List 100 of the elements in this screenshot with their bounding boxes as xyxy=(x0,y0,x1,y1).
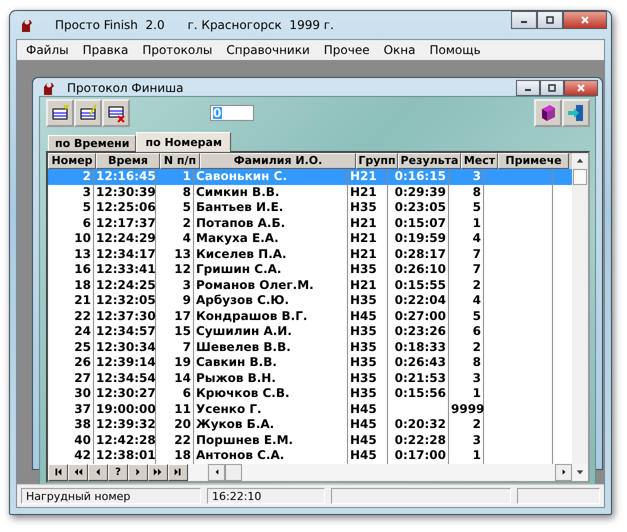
table-row[interactable]: 25 12:30:34 7 Шевелев В.В. H35 0:18:33 2 xyxy=(48,340,572,355)
menu-item[interactable]: Окна xyxy=(376,43,423,57)
table-cell: 8 xyxy=(156,184,194,200)
table-cell: Гришин С.А. xyxy=(194,262,348,278)
column-header[interactable]: Мест xyxy=(461,153,498,169)
table-cell: 12:33:41 xyxy=(94,262,156,278)
menu-item[interactable]: Прочее xyxy=(316,43,377,57)
table-cell: 11 xyxy=(156,402,194,417)
help-button[interactable]: ? xyxy=(108,464,128,480)
menu-item[interactable]: Протоколы xyxy=(135,43,220,57)
table-cell: 5 xyxy=(449,200,484,216)
table-row[interactable]: 26 12:39:14 19 Савкин В.В. H35 0:26:43 8 xyxy=(48,355,572,370)
menu-item[interactable]: Правка xyxy=(76,43,136,57)
navigation-button[interactable] xyxy=(168,464,188,480)
table-cell: H21 xyxy=(348,169,388,184)
navigation-button[interactable] xyxy=(68,464,88,480)
table-row[interactable]: 3 12:30:39 8 Симкин В.В. H21 0:29:39 8 xyxy=(48,184,572,200)
menu-item[interactable]: Файлы xyxy=(19,43,76,57)
column-header[interactable]: Фамилия И.О. xyxy=(200,153,356,169)
right-arrow-icon xyxy=(153,467,163,477)
table-cell: 12:32:05 xyxy=(94,293,156,308)
table-row[interactable]: 22 12:37:30 17 Кондрашов В.Г. H45 0:27:00 5 xyxy=(48,308,572,324)
table-cell: 0:22:28 xyxy=(388,432,449,448)
column-header[interactable]: Время xyxy=(96,153,160,169)
table-row[interactable]: 18 12:24:25 3 Романов Олег.М. H21 0:15:55 2 xyxy=(48,278,572,293)
table-cell: 3 xyxy=(156,278,194,293)
table-cell: H21 xyxy=(348,184,388,200)
navigation-button[interactable] xyxy=(148,464,168,480)
table-row[interactable]: 37 19:00:00 11 Усенко Г. H45 9999 xyxy=(48,402,572,417)
tab[interactable]: по Номерам xyxy=(136,132,231,152)
table-row[interactable]: 24 12:34:57 15 Сушилин А.И. H35 0:23:26 6 xyxy=(48,324,572,340)
table-row[interactable]: 13 12:34:17 13 Киселев П.А. H21 0:28:17 7 xyxy=(48,246,572,262)
maximize-button[interactable] xyxy=(537,11,563,29)
table-cell: 3 xyxy=(449,432,484,448)
menu-item[interactable]: Справочники xyxy=(219,43,317,57)
column-header[interactable]: Групп xyxy=(356,153,398,169)
table-cell: 2 xyxy=(449,278,484,293)
help-book-button[interactable] xyxy=(534,99,562,127)
maximize-button[interactable] xyxy=(540,80,564,96)
table-cell: H35 xyxy=(348,340,388,355)
table-row[interactable]: 38 12:39:32 20 Жуков Б.А. H45 0:20:32 2 xyxy=(48,417,572,432)
minimize-button[interactable] xyxy=(511,11,537,29)
column-header[interactable]: Примече xyxy=(498,153,569,169)
scroll-thumb[interactable] xyxy=(225,464,242,480)
table-cell: H21 xyxy=(348,246,388,262)
table-cell: 20 xyxy=(156,417,194,432)
edit-record-button[interactable] xyxy=(74,99,102,127)
table-row[interactable]: 5 12:25:06 5 Бантьев И.Е. H35 0:23:05 5 xyxy=(48,200,572,216)
table-cell: 0:20:32 xyxy=(388,417,449,432)
table-row[interactable]: 21 12:32:05 9 Арбузов С.Ю. H35 0:22:04 4 xyxy=(48,293,572,308)
new-record-button[interactable] xyxy=(46,99,74,127)
column-header[interactable]: Номер xyxy=(48,153,96,169)
column-header[interactable]: Результа xyxy=(398,153,461,169)
table-cell: 19:00:00 xyxy=(94,402,156,417)
navigation-button[interactable] xyxy=(128,464,148,480)
right-arrow-icon[interactable] xyxy=(560,468,568,476)
table-cell: 0:26:10 xyxy=(388,262,449,278)
table-row[interactable]: 27 12:34:54 14 Рыжов В.Н. H35 0:21:53 3 xyxy=(48,370,572,386)
table-cell: 21 xyxy=(48,293,94,308)
close-button[interactable] xyxy=(563,11,607,29)
table-cell: 7 xyxy=(449,262,484,278)
close-icon xyxy=(580,15,590,25)
column-header[interactable]: N п/п xyxy=(160,153,200,169)
navigation-button[interactable] xyxy=(88,464,108,480)
table-cell: 10 xyxy=(48,231,94,246)
table-cell: H35 xyxy=(348,200,388,216)
table-cell: 0:15:55 xyxy=(388,278,449,293)
delete-record-button[interactable] xyxy=(102,99,130,127)
table-cell: Киселев П.А. xyxy=(194,246,348,262)
table-cell: 9999 xyxy=(449,402,484,417)
vertical-scrollbar[interactable] xyxy=(572,153,588,464)
table-cell: 2 xyxy=(48,169,94,184)
table-row[interactable]: 16 12:33:41 12 Гришин С.А. H35 0:26:10 7 xyxy=(48,262,572,278)
table-cell: 0:19:59 xyxy=(388,231,449,246)
table-row[interactable]: 40 12:42:28 22 Поршнев Е.М. H45 0:22:28 3 xyxy=(48,432,572,448)
table-cell: H35 xyxy=(348,386,388,402)
tab[interactable]: по Времени xyxy=(48,135,136,151)
horizontal-scrollbar[interactable] xyxy=(208,464,572,480)
table-cell: 1 xyxy=(449,216,484,231)
table-row[interactable]: 10 12:24:29 4 Макуха Е.А. H21 0:19:59 4 xyxy=(48,231,572,246)
navigation-button[interactable] xyxy=(48,464,68,480)
scroll-down-icon[interactable] xyxy=(576,468,584,476)
table-cell: 2 xyxy=(156,216,194,231)
table-cell: 12:30:27 xyxy=(94,386,156,402)
table-cell: 0:23:26 xyxy=(388,324,449,340)
table-cell: 4 xyxy=(449,231,484,246)
table-cell: 1 xyxy=(449,386,484,402)
scroll-thumb[interactable] xyxy=(573,169,587,185)
exit-button[interactable] xyxy=(562,99,590,127)
table-cell: 12:39:32 xyxy=(94,417,156,432)
scroll-up-icon[interactable] xyxy=(576,157,584,165)
table-row[interactable]: 30 12:30:27 6 Крючков С.В. H35 0:15:56 1 xyxy=(48,386,572,402)
table-row[interactable]: 6 12:17:37 2 Потапов А.Б. H21 0:15:07 1 xyxy=(48,216,572,231)
table-cell: 25 xyxy=(48,340,94,355)
minimize-button[interactable] xyxy=(516,80,540,96)
table-cell: 0:29:39 xyxy=(388,184,449,200)
close-button[interactable] xyxy=(564,80,598,96)
table-cell: 22 xyxy=(156,432,194,448)
menu-item[interactable]: Помощь xyxy=(422,43,488,57)
table-cell: 2 xyxy=(449,417,484,432)
